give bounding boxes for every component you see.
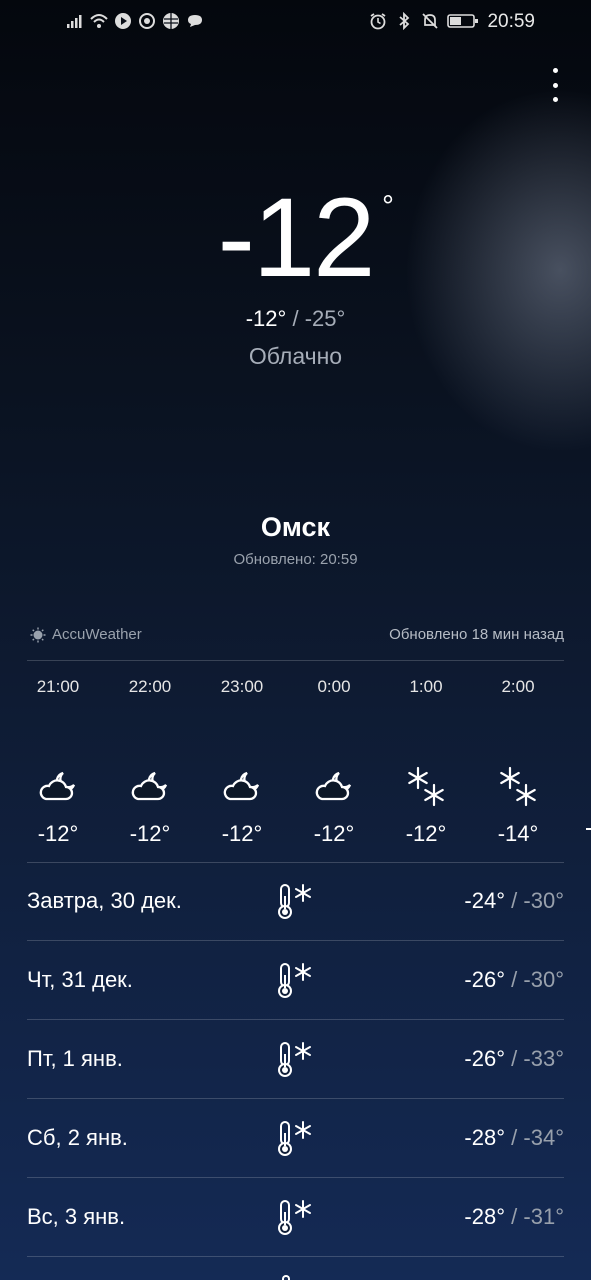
hour-temp: -12° xyxy=(221,821,263,846)
cloudy-night-icon xyxy=(131,771,168,801)
wifi-icon xyxy=(90,14,108,28)
day-label: Пт, 1 янв. xyxy=(27,1046,123,1071)
frost-thermometer-icon xyxy=(278,1121,311,1156)
bluetooth-icon xyxy=(399,12,410,30)
play-icon xyxy=(115,13,131,29)
next-hour-peek xyxy=(586,828,591,830)
day-low: -31° xyxy=(523,1204,564,1229)
high-low-separator: / xyxy=(292,306,299,331)
day-separator: / xyxy=(511,1125,518,1150)
status-time: 20:59 xyxy=(487,11,535,32)
alarm-icon xyxy=(370,13,386,30)
cloudy-night-icon xyxy=(315,771,352,801)
city-name[interactable]: Омск xyxy=(0,512,591,543)
mute-icon xyxy=(422,13,438,29)
menu-dot-icon xyxy=(552,82,558,88)
accuweather-sun-icon xyxy=(30,627,46,642)
day-label: Вс, 3 янв. xyxy=(27,1204,126,1229)
day-low: -33° xyxy=(523,1046,564,1071)
day-label: Чт, 31 дек. xyxy=(27,967,133,992)
provider-updated: Обновлено 18 мин назад xyxy=(389,626,564,643)
snowflakes-icon xyxy=(500,766,536,807)
next-row-peek xyxy=(282,1275,290,1280)
hour-temp: -12° xyxy=(37,821,79,846)
day-separator: / xyxy=(511,1046,518,1071)
current-low: -25° xyxy=(304,306,346,331)
battery-icon xyxy=(447,14,478,28)
frost-thermometer-icon xyxy=(278,1200,311,1235)
day-low: -34° xyxy=(523,1125,564,1150)
menu-dot-icon xyxy=(552,68,558,73)
day-high: -26° xyxy=(464,967,506,992)
daily-row[interactable]: Пт, 1 янв. -26° / -33° xyxy=(27,1020,564,1099)
current-high: -12° xyxy=(245,306,287,331)
day-label: Завтра, 30 дек. xyxy=(27,888,182,913)
provider-link[interactable]: AccuWeather xyxy=(30,626,142,643)
day-temps: -26° / -30° xyxy=(464,967,564,993)
hour-temp: -12° xyxy=(405,821,447,846)
frost-thermometer-icon xyxy=(278,963,311,998)
globe-icon xyxy=(163,13,179,29)
frost-thermometer-icon xyxy=(278,1042,311,1077)
hour-temp: -14° xyxy=(497,821,539,846)
daily-row[interactable]: Завтра, 30 дек. -24° / -30° xyxy=(27,862,564,941)
status-bar: 20:59 xyxy=(0,0,591,44)
more-options-button[interactable] xyxy=(545,68,565,102)
current-condition: Облачно xyxy=(248,343,343,369)
day-high: -28° xyxy=(464,1204,506,1229)
day-high: -24° xyxy=(464,888,506,913)
current-temperature: -12 xyxy=(217,175,376,300)
day-separator: / xyxy=(511,1204,518,1229)
day-low: -30° xyxy=(523,967,564,992)
hour-time: 1:00 xyxy=(409,677,443,696)
day-label: Сб, 2 янв. xyxy=(27,1125,128,1150)
day-temps: -24° / -30° xyxy=(464,888,564,914)
day-low: -30° xyxy=(523,888,564,913)
day-separator: / xyxy=(511,888,518,913)
hour-time: 0:00 xyxy=(317,677,351,696)
snowflakes-icon xyxy=(408,766,444,807)
status-left-icons xyxy=(66,12,204,30)
signal-icon xyxy=(67,15,82,28)
day-temps: -26° / -33° xyxy=(464,1046,564,1072)
frost-thermometer-icon xyxy=(278,884,311,919)
daily-row[interactable]: Сб, 2 янв. -28° / -34° xyxy=(27,1099,564,1178)
day-high: -26° xyxy=(464,1046,506,1071)
sync-icon xyxy=(139,13,155,29)
day-temps: -28° / -34° xyxy=(464,1125,564,1151)
cloudy-night-icon xyxy=(39,771,76,801)
menu-dot-icon xyxy=(552,97,558,102)
day-temps: -28° / -31° xyxy=(464,1204,564,1230)
divider xyxy=(27,660,564,661)
degree-symbol: ° xyxy=(382,190,394,223)
last-updated: Обновлено: 20:59 xyxy=(233,551,358,568)
current-high-low: -12° / -25° xyxy=(0,306,591,332)
daily-row[interactable]: Вс, 3 янв. -28° / -31° xyxy=(27,1178,564,1257)
status-right-icons xyxy=(369,12,479,30)
cloudy-night-icon xyxy=(223,771,260,801)
hour-time: 2:00 xyxy=(501,677,535,696)
day-separator: / xyxy=(511,967,518,992)
chat-icon xyxy=(188,15,202,27)
daily-row[interactable]: Чт, 31 дек. -26° / -30° xyxy=(27,941,564,1020)
provider-name: AccuWeather xyxy=(52,626,142,643)
hour-time: 23:00 xyxy=(220,677,264,696)
hour-temp: -12° xyxy=(129,821,171,846)
hour-temp: -12° xyxy=(313,821,355,846)
day-high: -28° xyxy=(464,1125,506,1150)
divider xyxy=(27,1256,564,1257)
hour-time: 21:00 xyxy=(36,677,80,696)
hour-time: 22:00 xyxy=(128,677,172,696)
